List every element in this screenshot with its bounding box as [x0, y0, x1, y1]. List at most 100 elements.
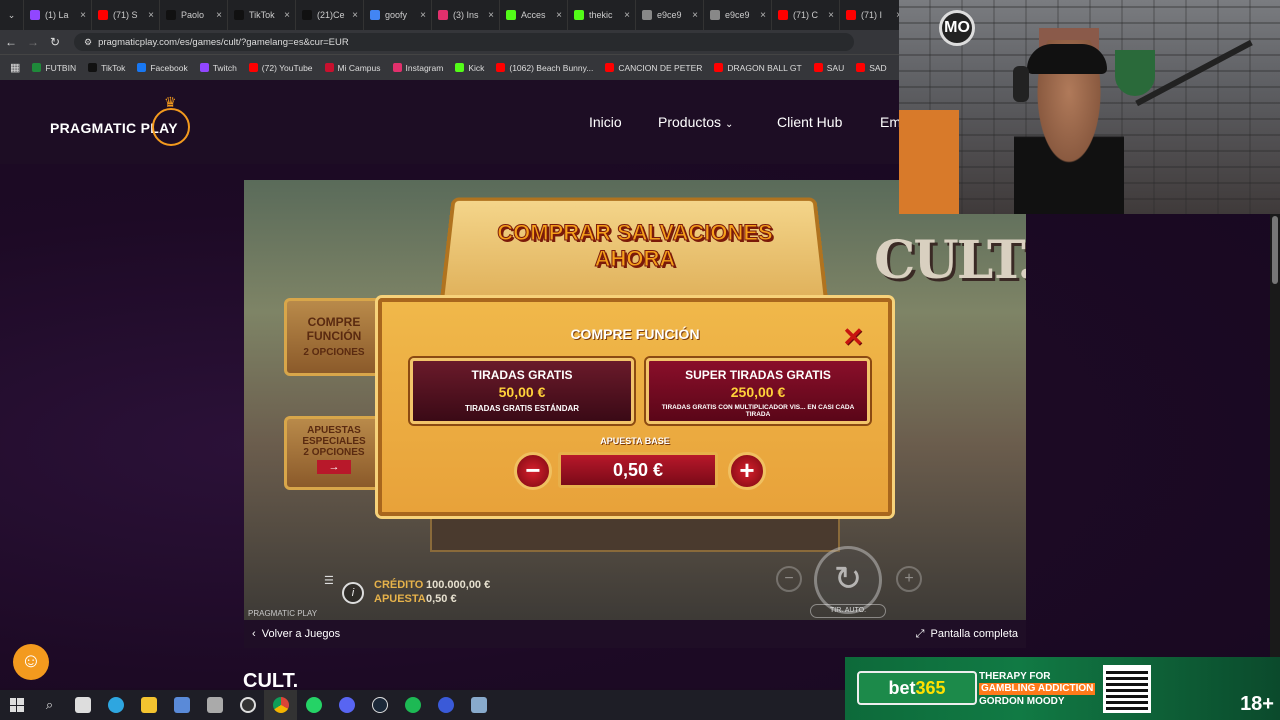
windows-start-icon[interactable] [0, 690, 33, 720]
special-bets-side-button[interactable]: APUESTAS ESPECIALES 2 OPCIONES → [284, 416, 384, 490]
edge-icon[interactable] [99, 690, 132, 720]
tab-close-icon[interactable]: × [624, 10, 630, 21]
back-arrow-icon[interactable]: ← [0, 35, 22, 49]
bookmark-label: SAU [827, 63, 844, 73]
browser-tab[interactable]: (71) S × [92, 0, 160, 30]
browser-tab[interactable]: goofy × [364, 0, 432, 30]
tab-close-icon[interactable]: × [284, 10, 290, 21]
store-icon[interactable] [66, 690, 99, 720]
browser-tab[interactable]: e9ce9 × [636, 0, 704, 30]
bookmark-item[interactable]: SAU [814, 63, 844, 73]
autoplay-button[interactable]: TIR. AUTO. [810, 604, 886, 618]
bookmark-item[interactable]: Kick [455, 63, 484, 73]
provider-watermark: PRAGMATIC PLAY [248, 609, 317, 618]
logo-emblem-icon [152, 108, 190, 146]
bookmark-item[interactable]: FUTBIN [32, 63, 76, 73]
steam-icon[interactable] [363, 690, 396, 720]
tab-close-icon[interactable]: × [488, 10, 494, 21]
whatsapp-icon[interactable] [297, 690, 330, 720]
bookmark-label: Facebook [150, 63, 187, 73]
game-frame[interactable]: COMPRAR SALVACIONES AHORA CULT. COMPRE F… [244, 180, 1026, 620]
option1-desc: TIRADAS GRATIS ESTÁNDAR [413, 404, 631, 413]
menu-icon[interactable]: ☰ [324, 574, 336, 588]
browser-tab[interactable]: (71) C × [772, 0, 840, 30]
folder-icon[interactable] [132, 690, 165, 720]
app-icon[interactable] [198, 690, 231, 720]
tab-list-button[interactable]: ⌄ [0, 0, 24, 30]
bookmark-item[interactable]: (1062) Beach Bunny... [496, 63, 593, 73]
pragmatic-play-logo[interactable]: PRAGMATIC PLAY ♛ [50, 98, 190, 154]
tab-close-icon[interactable]: × [828, 10, 834, 21]
help-widget-icon[interactable]: ☺ [13, 644, 49, 680]
scrollbar-thumb[interactable] [1272, 216, 1278, 284]
super-free-spins-option-button[interactable]: SUPER TIRADAS GRATIS 250,00 € TIRADAS GR… [646, 358, 870, 424]
ea-icon[interactable] [429, 690, 462, 720]
nav-client-hub[interactable]: Client Hub [777, 114, 842, 130]
browser-tab[interactable]: Paolo × [160, 0, 228, 30]
free-spins-option-button[interactable]: TIRADAS GRATIS 50,00 € TIRADAS GRATIS ES… [410, 358, 634, 424]
bookmark-label: SAD [869, 63, 886, 73]
buy-feature-side-button[interactable]: COMPRE FUNCIÓN 2 OPCIONES [284, 298, 384, 376]
tab-close-icon[interactable]: × [148, 10, 154, 21]
close-icon[interactable]: ✕ [842, 324, 864, 350]
fullscreen-link[interactable]: ⤢ Pantalla completa [916, 628, 1018, 641]
browser-tab[interactable]: e9ce9 × [704, 0, 772, 30]
tab-favicon-icon [30, 10, 40, 20]
increase-bet-button[interactable]: + [728, 452, 766, 490]
nav-productos-label: Productos [658, 114, 721, 130]
bookmark-label: Kick [468, 63, 484, 73]
browser-tab[interactable]: (3) Ins × [432, 0, 500, 30]
side-panel-2-line1: APUESTAS [287, 425, 381, 436]
browser-tab[interactable]: (71) I× [840, 0, 908, 30]
decrease-bet-button[interactable]: − [514, 452, 552, 490]
bookmark-item[interactable]: DRAGON BALL GT [714, 63, 801, 73]
bookmark-item[interactable]: SAD [856, 63, 886, 73]
minus-circle-icon[interactable]: − [776, 566, 802, 592]
mail-icon[interactable] [165, 690, 198, 720]
tab-close-icon[interactable]: × [760, 10, 766, 21]
nav-em[interactable]: Em [880, 114, 901, 130]
bookmark-item[interactable]: (72) YouTube [249, 63, 313, 73]
bookmark-favicon-icon [137, 63, 146, 72]
url-field[interactable]: ⚙ pragmaticplay.com/es/games/cult/?gamel… [74, 33, 854, 51]
chrome-icon[interactable] [264, 690, 297, 720]
nav-productos[interactable]: Productos ⌄ [658, 114, 733, 130]
notes-icon[interactable] [462, 690, 495, 720]
tab-close-icon[interactable]: × [420, 10, 426, 21]
reload-icon[interactable]: ↻ [44, 35, 66, 49]
bookmark-item[interactable]: Facebook [137, 63, 187, 73]
ad-brand-a: bet [888, 678, 915, 698]
browser-tab[interactable]: Acces × [500, 0, 568, 30]
browser-tab[interactable]: TikTok × [228, 0, 296, 30]
obs-icon[interactable] [231, 690, 264, 720]
site-info-icon[interactable]: ⚙ [84, 37, 92, 48]
tab-favicon-icon [574, 10, 584, 20]
nav-inicio[interactable]: Inicio [589, 114, 622, 130]
tab-close-icon[interactable]: × [556, 10, 562, 21]
buy-feature-modal: COMPRE FUNCIÓN ✕ TIRADAS GRATIS 50,00 € … [378, 298, 892, 516]
tab-close-icon[interactable]: × [692, 10, 698, 21]
discord-icon[interactable] [330, 690, 363, 720]
bookmark-item[interactable]: TikTok [88, 63, 125, 73]
bookmark-item[interactable]: Mi Campus [325, 63, 381, 73]
ad-banner[interactable]: bet365 THERAPY FOR GAMBLING ADDICTION GO… [845, 657, 1280, 720]
book-title-line2: AHORA [480, 246, 790, 272]
back-to-games-link[interactable]: ‹ Volver a Juegos [252, 628, 340, 640]
browser-tab[interactable]: thekic × [568, 0, 636, 30]
tab-favicon-icon [98, 10, 108, 20]
tab-close-icon[interactable]: × [80, 10, 86, 21]
base-bet-label: APUESTA BASE [382, 436, 888, 446]
spotify-icon[interactable] [396, 690, 429, 720]
plus-circle-icon[interactable]: + [896, 566, 922, 592]
tab-close-icon[interactable]: × [216, 10, 222, 21]
bookmark-item[interactable]: CANCION DE PETER [605, 63, 702, 73]
search-icon[interactable]: ⌕ [33, 690, 66, 720]
info-icon[interactable]: i [342, 582, 364, 604]
bookmark-item[interactable]: Instagram [393, 63, 444, 73]
browser-tab[interactable]: (21)Ce × [296, 0, 364, 30]
tab-close-icon[interactable]: × [352, 10, 358, 21]
forward-arrow-icon[interactable]: → [22, 35, 44, 49]
bookmark-item[interactable]: Twitch [200, 63, 237, 73]
browser-tab[interactable]: (1) La × [24, 0, 92, 30]
apps-grid-icon[interactable]: ▦ [10, 61, 20, 74]
